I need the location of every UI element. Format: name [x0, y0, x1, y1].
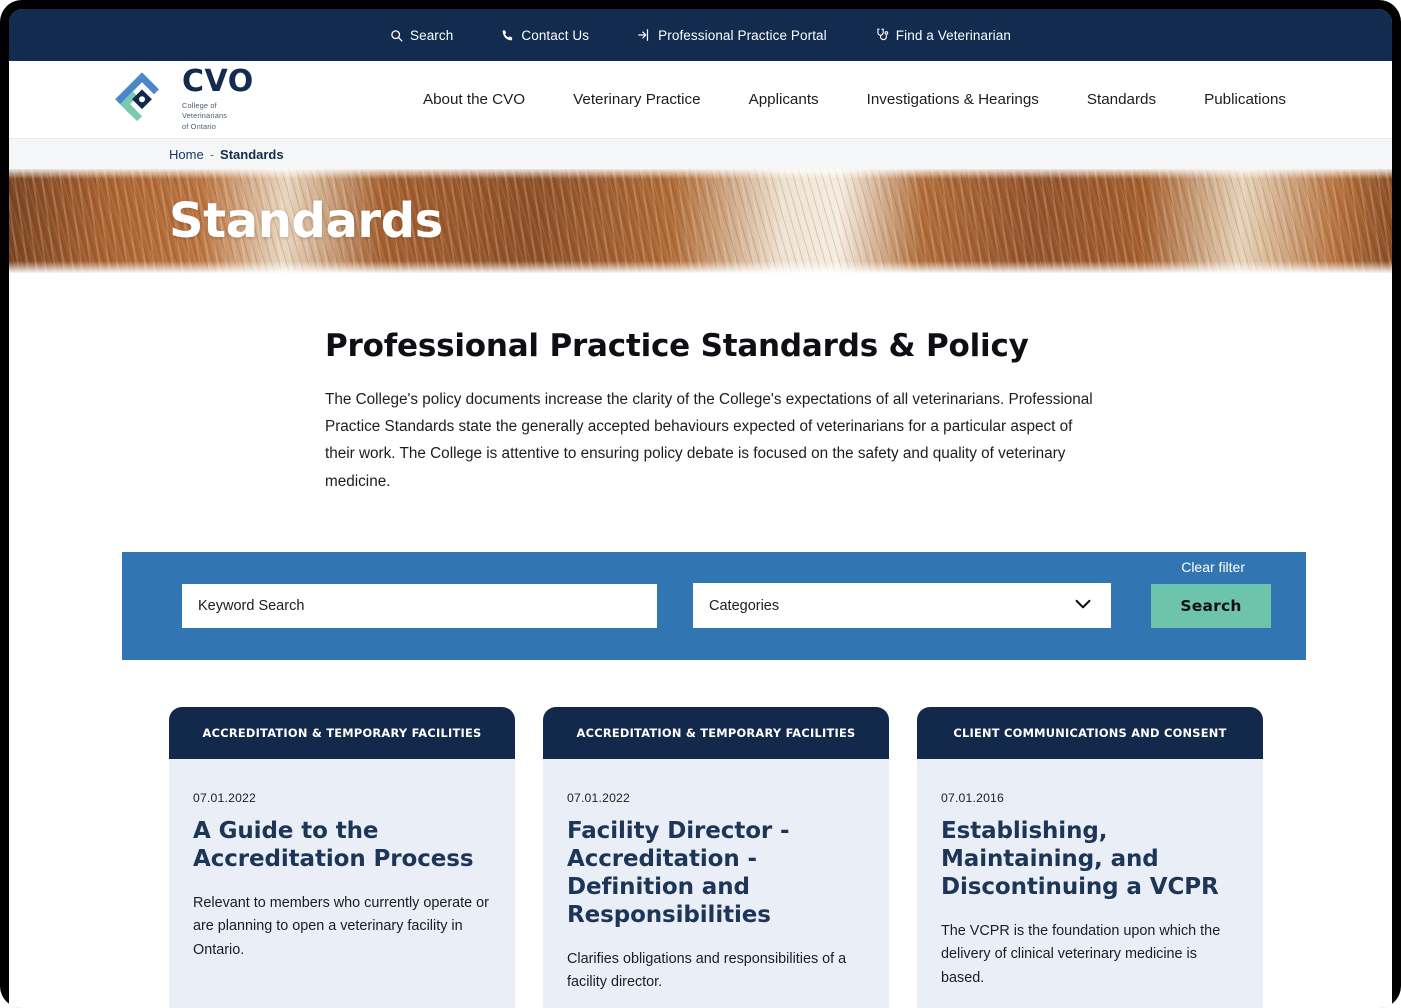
- card-description: Clarifies obligations and responsibiliti…: [567, 951, 847, 991]
- cvo-logo-mark-icon: [112, 72, 172, 126]
- categories-select[interactable]: Categories: [693, 583, 1111, 629]
- logo-acronym: CVO: [182, 63, 254, 99]
- stethoscope-icon: [875, 28, 889, 42]
- page-title: Standards: [169, 193, 443, 249]
- card-description: Relevant to members who currently operat…: [193, 894, 489, 958]
- nav-item-publications[interactable]: Publications: [1180, 91, 1310, 108]
- card-date: 07.01.2022: [567, 790, 630, 805]
- breadcrumb-home-link[interactable]: Home: [169, 147, 204, 162]
- keyword-search-input[interactable]: [182, 583, 657, 628]
- card-body: 07.01.2016 Establishing, Maintaining, an…: [917, 759, 1263, 1008]
- utility-link-search[interactable]: Search: [366, 28, 477, 43]
- card-category-header: ACCREDITATION & TEMPORARY FACILITIES: [543, 706, 889, 759]
- clear-filter-link[interactable]: Clear filter: [1181, 559, 1245, 575]
- standards-card-list: ACCREDITATION & TEMPORARY FACILITIES 07.…: [9, 660, 1392, 1008]
- card-body: 07.01.2022 Facility Director - Accredita…: [543, 759, 889, 1008]
- nav-item-applicants[interactable]: Applicants: [725, 91, 843, 108]
- utility-link-label: Contact Us: [521, 27, 590, 43]
- nav-item-veterinary-practice[interactable]: Veterinary Practice: [549, 91, 724, 108]
- utility-link-label: Find a Veterinarian: [895, 27, 1011, 43]
- main-navigation: About the CVO Veterinary Practice Applic…: [399, 91, 1310, 108]
- filter-section: Clear filter Categories Search: [9, 495, 1392, 660]
- card-body: 07.01.2022 A Guide to the Accreditation …: [169, 759, 515, 999]
- standard-card[interactable]: ACCREDITATION & TEMPORARY FACILITIES 07.…: [169, 706, 515, 1008]
- login-arrow-icon: [637, 28, 651, 42]
- logo-subtitle: College of Veterinarians of Ontario: [182, 101, 254, 133]
- chevron-down-icon: [1075, 596, 1091, 614]
- card-category-label: CLIENT COMMUNICATIONS AND CONSENT: [953, 725, 1227, 740]
- card-title: A Guide to the Accreditation Process: [193, 817, 474, 872]
- utility-link-professional-practice-portal[interactable]: Professional Practice Portal: [613, 28, 851, 43]
- breadcrumb-current: Standards: [220, 146, 284, 162]
- utility-link-find-a-veterinarian[interactable]: Find a Veterinarian: [851, 28, 1035, 43]
- categories-select-value: Categories: [709, 597, 780, 614]
- card-description: The VCPR is the foundation upon which th…: [941, 923, 1221, 986]
- intro-section: Professional Practice Standards & Policy…: [9, 273, 1109, 495]
- card-date: 07.01.2022: [193, 790, 256, 805]
- logo-subtitle-line3: of Ontario: [182, 121, 216, 131]
- utility-link-contact-us[interactable]: Contact Us: [477, 28, 613, 43]
- card-title: Establishing, Maintaining, and Discontin…: [941, 817, 1219, 900]
- search-button[interactable]: Search: [1151, 583, 1271, 628]
- card-title: Facility Director - Accreditation - Defi…: [567, 817, 790, 929]
- page-content: Professional Practice Standards & Policy…: [9, 273, 1392, 1008]
- intro-paragraph: The College's policy documents increase …: [325, 391, 1093, 490]
- hero-top-fade: [9, 169, 1392, 179]
- utility-link-label: Professional Practice Portal: [658, 27, 827, 43]
- page-viewport: Search Contact Us Professional Practice …: [9, 9, 1392, 1008]
- logo-subtitle-line2: Veterinarians: [182, 111, 228, 121]
- card-category-header: ACCREDITATION & TEMPORARY FACILITIES: [169, 706, 515, 759]
- search-icon: [390, 29, 403, 42]
- site-header: CVO College of Veterinarians of Ontario …: [9, 61, 1392, 139]
- cvo-logo[interactable]: CVO College of Veterinarians of Ontario: [112, 63, 254, 133]
- card-category-label: ACCREDITATION & TEMPORARY FACILITIES: [576, 725, 856, 740]
- standard-card[interactable]: CLIENT COMMUNICATIONS AND CONSENT 07.01.…: [917, 706, 1263, 1008]
- nav-item-investigations-and-hearings[interactable]: Investigations & Hearings: [843, 91, 1063, 108]
- phone-icon: [501, 29, 514, 42]
- breadcrumb-separator: -: [209, 146, 215, 162]
- utility-bar: Search Contact Us Professional Practice …: [9, 9, 1392, 61]
- browser-window-frame: Search Contact Us Professional Practice …: [0, 0, 1401, 1008]
- hero-bottom-fade: [9, 261, 1392, 273]
- utility-link-label: Search: [409, 27, 454, 43]
- card-date: 07.01.2016: [941, 790, 1004, 805]
- breadcrumb: Home - Standards: [9, 139, 1392, 169]
- logo-subtitle-line1: College of: [182, 100, 217, 110]
- standard-card[interactable]: ACCREDITATION & TEMPORARY FACILITIES 07.…: [543, 706, 889, 1008]
- hero-banner: Standards: [9, 169, 1392, 273]
- filter-bar: Clear filter Categories Search: [122, 551, 1306, 660]
- card-category-label: ACCREDITATION & TEMPORARY FACILITIES: [202, 725, 482, 740]
- nav-item-about-the-cvo[interactable]: About the CVO: [399, 91, 549, 108]
- card-category-header: CLIENT COMMUNICATIONS AND CONSENT: [917, 706, 1263, 759]
- nav-item-standards[interactable]: Standards: [1063, 91, 1180, 108]
- intro-heading: Professional Practice Standards & Policy: [325, 328, 1029, 364]
